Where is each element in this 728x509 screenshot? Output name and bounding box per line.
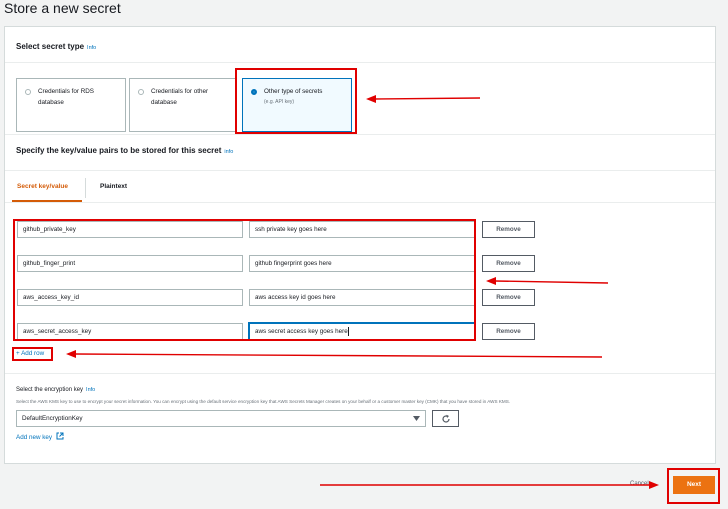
annotation-arrows bbox=[66, 95, 659, 489]
